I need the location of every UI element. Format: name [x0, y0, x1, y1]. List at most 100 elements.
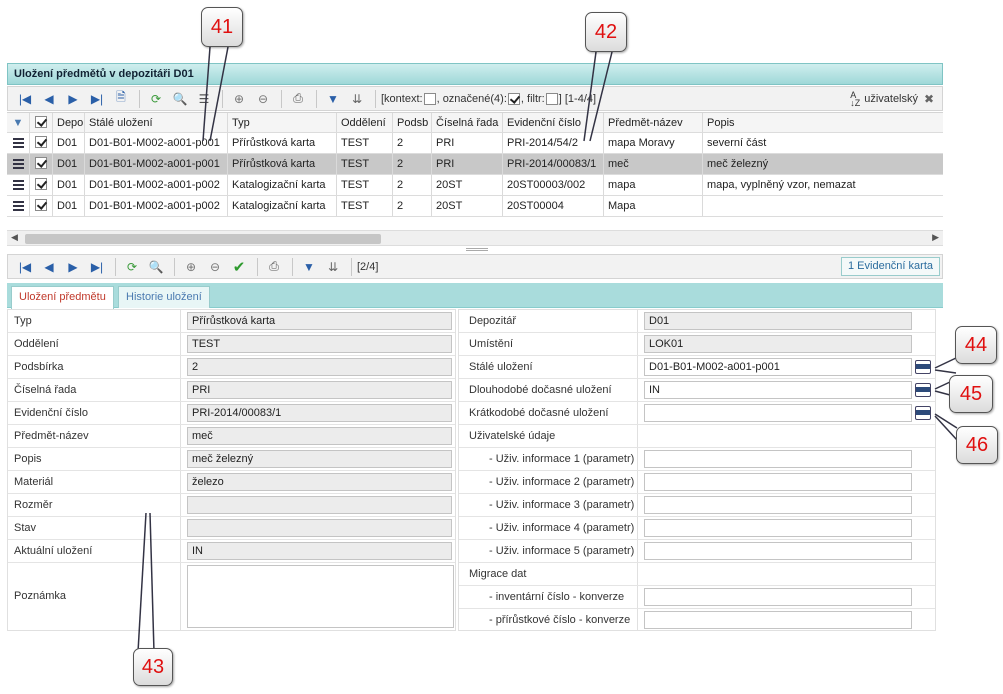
- filter-clear-icon[interactable]: ⇊: [322, 257, 344, 277]
- search-icon[interactable]: 🔍: [145, 257, 167, 277]
- select-all-checkbox[interactable]: [30, 113, 53, 132]
- uziv-info-1-field[interactable]: [644, 450, 912, 468]
- export-icon[interactable]: 🗎: [110, 89, 132, 109]
- tab-bar: Uložení předmětu Historie uložení: [7, 283, 943, 309]
- toolbar-divider: [222, 89, 223, 108]
- row-checkbox[interactable]: [30, 133, 53, 153]
- filter-clear-icon[interactable]: ⇊: [346, 89, 368, 109]
- stav-field[interactable]: [187, 519, 452, 537]
- stale-ulozeni-picker-icon[interactable]: [915, 360, 931, 374]
- col-header-podsb[interactable]: Podsb: [393, 113, 432, 132]
- filter-icon[interactable]: ▼: [298, 257, 320, 277]
- scroll-left-icon[interactable]: ◀: [11, 232, 18, 243]
- filtr-checkbox[interactable]: [545, 92, 558, 105]
- cell-popis: [703, 196, 943, 216]
- row-menu-icon[interactable]: [7, 196, 30, 216]
- col-header-typ[interactable]: Typ: [228, 113, 337, 132]
- oddeleni-field[interactable]: TEST: [187, 335, 452, 353]
- ciselna-rada-field[interactable]: PRI: [187, 381, 452, 399]
- remove-icon[interactable]: ⊖: [252, 89, 274, 109]
- kratkodobe-ulozeni-picker-icon[interactable]: [915, 406, 931, 420]
- aktualni-ulozeni-field[interactable]: IN: [187, 542, 452, 560]
- scroll-right-icon[interactable]: ▶: [932, 232, 939, 243]
- ciselna-rada-label: Číselná řada: [14, 384, 77, 396]
- table-row[interactable]: D01 D01-B01-M002-a001-p001 Přírůstková k…: [7, 133, 943, 154]
- prev-icon[interactable]: ◀: [38, 89, 60, 109]
- evidencni-karta-button[interactable]: 1 Evidenční karta: [841, 257, 940, 276]
- last-icon[interactable]: ▶|: [86, 257, 108, 277]
- toolbar-divider: [115, 257, 116, 276]
- uziv-info-4-field[interactable]: [644, 519, 912, 537]
- rozmer-field[interactable]: [187, 496, 452, 514]
- add-icon[interactable]: ⊕: [228, 89, 250, 109]
- tools-icon[interactable]: ✖: [918, 89, 940, 109]
- prev-icon[interactable]: ◀: [38, 257, 60, 277]
- first-icon[interactable]: |◀: [14, 89, 36, 109]
- inventarni-cislo-field[interactable]: [644, 588, 912, 606]
- uziv-info-3-label: - Uživ. informace 3 (parametr): [489, 499, 635, 511]
- uziv-info-5-field[interactable]: [644, 542, 912, 560]
- first-icon[interactable]: |◀: [14, 257, 36, 277]
- refresh-icon[interactable]: ⟳: [145, 89, 167, 109]
- popis-field[interactable]: meč železný: [187, 450, 452, 468]
- remove-icon[interactable]: ⊖: [204, 257, 226, 277]
- row-checkbox[interactable]: [30, 175, 53, 195]
- filter-icon[interactable]: ▼: [7, 113, 30, 132]
- poznamka-textarea[interactable]: [187, 565, 454, 628]
- status-range: ] [1-4/4]: [558, 92, 597, 105]
- kratkodobe-ulozeni-field[interactable]: [644, 404, 912, 422]
- col-header-evidencni-cislo[interactable]: Evidenční číslo: [503, 113, 604, 132]
- evidencni-cislo-field[interactable]: PRI-2014/00083/1: [187, 404, 452, 422]
- add-icon[interactable]: ⊕: [180, 257, 202, 277]
- sort-label[interactable]: uživatelský: [864, 93, 918, 105]
- last-icon[interactable]: ▶|: [86, 89, 108, 109]
- row-menu-icon[interactable]: [7, 133, 30, 153]
- col-header-depo[interactable]: Depo: [53, 113, 85, 132]
- top-toolbar: |◀ ◀ ▶ ▶| 🗎 ⟳ 🔍 ☰ ⊕ ⊖ ⎙ ▼ ⇊ [kontext: , …: [7, 86, 943, 111]
- row-menu-icon[interactable]: [7, 175, 30, 195]
- next-icon[interactable]: ▶: [62, 257, 84, 277]
- search-icon[interactable]: 🔍: [169, 89, 191, 109]
- uziv-info-2-field[interactable]: [644, 473, 912, 491]
- refresh-icon[interactable]: ⟳: [121, 257, 143, 277]
- next-icon[interactable]: ▶: [62, 89, 84, 109]
- confirm-icon[interactable]: ✔: [228, 257, 250, 277]
- stale-ulozeni-field[interactable]: D01-B01-M002-a001-p001: [644, 358, 912, 376]
- col-header-popis[interactable]: Popis: [703, 113, 943, 132]
- tab-ulozeni-predmetu[interactable]: Uložení předmětu: [11, 286, 114, 309]
- umisteni-field[interactable]: LOK01: [644, 335, 912, 353]
- table-row[interactable]: D01 D01-B01-M002-a001-p002 Katalogizační…: [7, 196, 943, 217]
- tab-historie-ulozeni[interactable]: Historie uložení: [118, 286, 210, 308]
- col-header-ciselna-rada[interactable]: Číselná řada: [432, 113, 503, 132]
- row-checkbox[interactable]: [30, 154, 53, 174]
- dlouhodobe-ulozeni-field[interactable]: IN: [644, 381, 912, 399]
- predmet-nazev-field[interactable]: meč: [187, 427, 452, 445]
- filter-icon[interactable]: ▼: [322, 89, 344, 109]
- col-header-oddeleni[interactable]: Oddělení: [337, 113, 393, 132]
- prirustkove-cislo-field[interactable]: [644, 611, 912, 629]
- depozitar-field[interactable]: D01: [644, 312, 912, 330]
- kontext-checkbox[interactable]: [423, 92, 436, 105]
- cell-depo: D01: [53, 154, 85, 174]
- scrollbar-thumb[interactable]: [25, 234, 381, 244]
- sort-az-icon[interactable]: A ↓Z: [850, 90, 860, 107]
- columns-icon[interactable]: ☰: [193, 89, 215, 109]
- col-header-stale-ulozeni[interactable]: Stálé uložení: [85, 113, 228, 132]
- table-row[interactable]: D01 D01-B01-M002-a001-p002 Katalogizační…: [7, 175, 943, 196]
- predmet-nazev-label: Předmět-název: [14, 430, 89, 442]
- splitter-handle[interactable]: [466, 248, 488, 251]
- table-row-selected[interactable]: D01 D01-B01-M002-a001-p001 Přírůstková k…: [7, 154, 943, 175]
- horizontal-scrollbar[interactable]: ◀ ▶: [7, 230, 943, 246]
- print-icon[interactable]: ⎙: [263, 257, 285, 277]
- print-icon[interactable]: ⎙: [287, 89, 309, 109]
- typ-field[interactable]: Přírůstková karta: [187, 312, 452, 330]
- oznacene-checkbox[interactable]: [507, 92, 520, 105]
- col-header-predmet-nazev[interactable]: Předmět-název: [604, 113, 703, 132]
- cell-evidencni-cislo: 20ST00003/002: [503, 175, 604, 195]
- row-checkbox[interactable]: [30, 196, 53, 216]
- row-menu-icon[interactable]: [7, 154, 30, 174]
- podsbirka-field[interactable]: 2: [187, 358, 452, 376]
- material-field[interactable]: železo: [187, 473, 452, 491]
- uziv-info-3-field[interactable]: [644, 496, 912, 514]
- dlouhodobe-ulozeni-picker-icon[interactable]: [915, 383, 931, 397]
